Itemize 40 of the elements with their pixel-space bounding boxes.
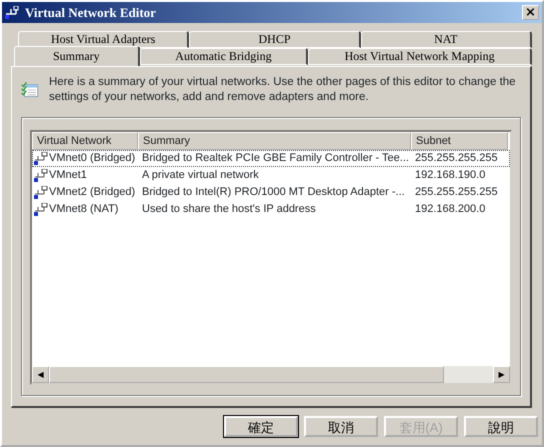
list-row[interactable]: VMnet0 (Bridged) Bridged to Realtek PCIe GBE Family Controller - Tee... 255.255.255.255 [32, 150, 510, 167]
table-cell-text: 255.255.255.255 [415, 185, 498, 200]
table-cell-text: VMnet2 (Bridged) [49, 185, 136, 200]
table-cell-text: 192.168.190.0 [415, 168, 486, 184]
network-icon [33, 186, 49, 200]
network-icon [33, 152, 49, 166]
network-icon [5, 6, 21, 20]
column-header[interactable]: Summary [138, 132, 411, 150]
close-button[interactable]: × [522, 5, 539, 20]
column-header[interactable]: Virtual Network [32, 132, 138, 150]
scrollbar[interactable]: ◀ ▶ [32, 366, 510, 383]
list-row[interactable]: VMnet2 (Bridged) Bridged to Intel(R) PRO/1000 MT Desktop Adapter -... 255.255.255.255 [32, 184, 510, 201]
table-cell-text: VMnet1 [49, 168, 87, 184]
table-cell-text: Used to share the host's IP address [142, 202, 316, 218]
list-row[interactable]: VMnet1 A private virtual network 192.168.190.0 [32, 167, 510, 184]
table-cell-text: VMnet0 (Bridged) [49, 151, 136, 166]
intro-text: Here is a summary of your virtual networks. Use the other pages of this editor to change the settings of your networks, add and remove adapters and more. [48, 75, 517, 105]
scroll-right-button[interactable]: ▶ [493, 366, 510, 383]
table-cell-text: 255.255.255.255 [415, 151, 498, 166]
tab[interactable]: Host Virtual Network Mapping [308, 48, 532, 65]
tab[interactable]: DHCP [189, 31, 361, 48]
list-row[interactable]: VMnet8 (NAT) Used to share the host's IP address 192.168.200.0 [32, 201, 510, 218]
network-icon [33, 202, 49, 216]
tab[interactable]: NAT [360, 31, 532, 48]
dialog-button[interactable]: 取消 [304, 416, 378, 437]
column-header[interactable]: Subnet [411, 132, 508, 150]
table-cell-text: Bridged to Intel(R) PRO/1000 MT Desktop Adapter -... [142, 185, 405, 200]
table-cell-text: VMnet8 (NAT) [49, 202, 118, 218]
table-cell-text: 192.168.200.0 [415, 202, 486, 218]
window-title: Virtual Network Editor [25, 4, 156, 20]
dialog-button[interactable]: 確定 [224, 416, 298, 437]
network-icon [33, 168, 49, 182]
scroll-thumb[interactable] [49, 366, 444, 383]
tab[interactable]: Automatic Bridging [140, 48, 308, 65]
dialog-button[interactable]: 說明 [464, 416, 538, 437]
tab[interactable]: Summary [14, 46, 140, 66]
table-cell-text: A private virtual network [142, 168, 259, 184]
tab[interactable]: Host Virtual Adapters [18, 31, 190, 48]
table-cell-text: Bridged to Realtek PCIe GBE Family Controller - Tee... [142, 151, 409, 166]
scroll-left-button[interactable]: ◀ [32, 366, 49, 383]
